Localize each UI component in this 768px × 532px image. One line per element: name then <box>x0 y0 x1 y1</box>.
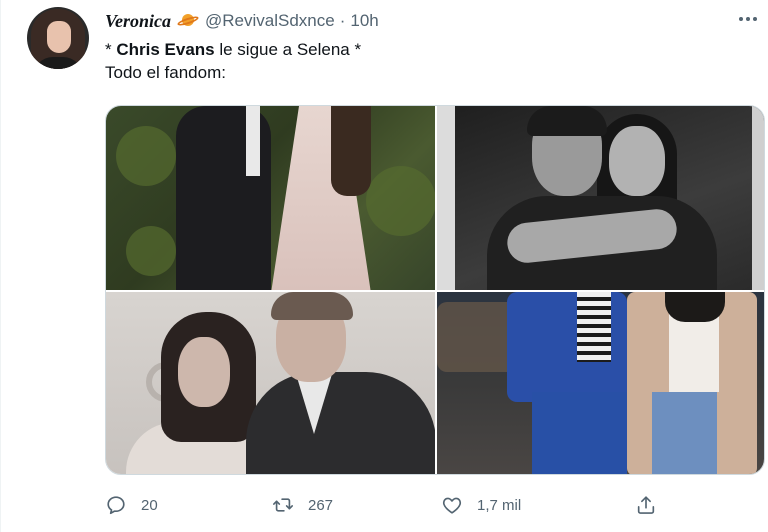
display-name[interactable]: Veronica <box>105 11 171 32</box>
tweet-header: Veronica @RevivalSdxnce · 10h <box>105 10 379 32</box>
separator-dot: · <box>339 11 346 30</box>
like-button[interactable]: 1,7 mil <box>441 491 521 519</box>
retweet-count: 267 <box>308 496 334 514</box>
timestamp[interactable]: 10h <box>350 11 378 31</box>
share-icon <box>637 496 655 514</box>
reply-icon <box>107 496 125 515</box>
text-rest: le sigue a Selena * <box>214 40 362 59</box>
photo-2[interactable] <box>437 106 764 290</box>
reply-count: 20 <box>141 496 158 514</box>
user-handle[interactable]: @RevivalSdxnce <box>205 11 335 31</box>
action-bar: 20 267 1,7 mil <box>105 491 665 519</box>
ringed-planet-icon <box>176 14 200 28</box>
tweet[interactable]: Veronica @RevivalSdxnce · 10h * Chris Ev… <box>0 0 768 532</box>
retweet-button[interactable]: 267 <box>272 491 333 519</box>
tweet-text-line1: * Chris Evans le sigue a Selena * <box>105 38 361 61</box>
heart-icon <box>442 497 462 514</box>
like-count: 1,7 mil <box>477 496 522 514</box>
share-button[interactable] <box>635 491 671 519</box>
more-horizontal-icon[interactable] <box>739 12 761 26</box>
avatar-face <box>47 21 71 53</box>
reply-button[interactable]: 20 <box>105 491 158 519</box>
tweet-text-line2: Todo el fandom: <box>105 63 226 82</box>
photo-1[interactable] <box>106 106 435 290</box>
avatar[interactable] <box>27 7 89 69</box>
tweet-text: * Chris Evans le sigue a Selena * Todo e… <box>105 38 361 84</box>
text-bold-name: Chris Evans <box>116 40 215 59</box>
retweet-icon <box>273 498 293 512</box>
text-prefix: * <box>105 40 117 59</box>
photo-4[interactable] <box>437 292 764 474</box>
photo-3[interactable] <box>106 292 435 474</box>
media-grid <box>105 105 765 475</box>
